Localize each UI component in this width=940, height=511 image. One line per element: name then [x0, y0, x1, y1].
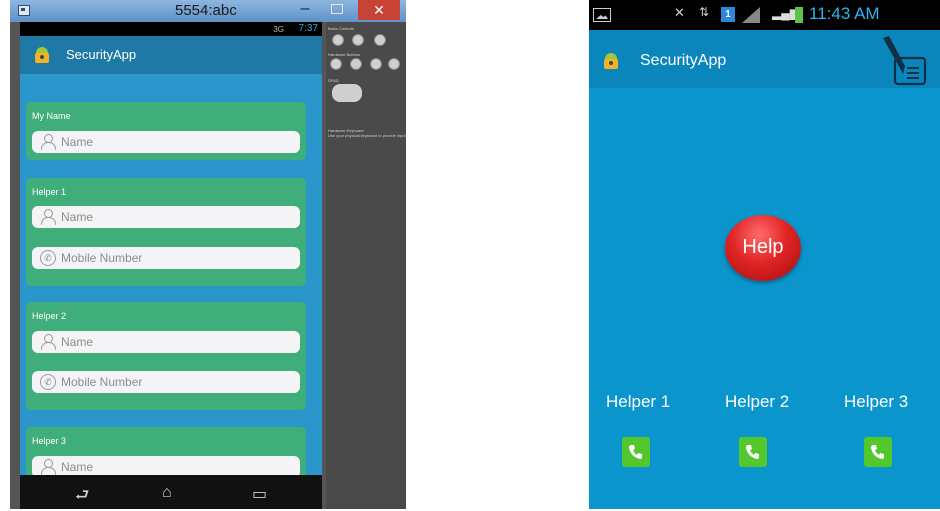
phone-icon: ✆: [40, 250, 56, 266]
name-placeholder: Name: [61, 135, 94, 149]
hw-menu-button[interactable]: [350, 58, 362, 70]
status-time: 11:43 AM: [809, 4, 880, 23]
nav-bar: ⮐ ⌂ ▭: [20, 475, 322, 509]
person-icon: [40, 459, 56, 475]
name-placeholder: Name: [61, 460, 94, 474]
minimize-button[interactable]: –: [298, 1, 312, 17]
maximize-button[interactable]: [331, 4, 343, 14]
hw-home-button[interactable]: [330, 58, 342, 70]
close-button[interactable]: ✕: [358, 0, 400, 20]
help-label: Help: [742, 236, 784, 258]
gallery-icon: [593, 8, 611, 22]
card-helper-2: Helper 2 Name ✆ Mobile Number: [26, 302, 306, 410]
signal-icon: 3G: [273, 25, 284, 34]
data-icon: ⇅: [699, 5, 710, 19]
person-icon: [40, 134, 56, 150]
wifi-icon: [742, 7, 760, 23]
card-label: My Name: [32, 111, 71, 121]
status-time: 7:37: [298, 23, 318, 34]
phone-icon: [746, 445, 759, 459]
basic-controls-label: Basic Controls: [328, 26, 354, 31]
emulator-screen: 3G 7:37 SecurityApp My Name Name Helper …: [20, 22, 322, 509]
name-field[interactable]: Name: [32, 131, 300, 153]
card-label: Helper 2: [32, 311, 67, 321]
action-bar: SecurityApp: [20, 36, 322, 74]
name-placeholder: Name: [61, 210, 94, 224]
hw-back-button[interactable]: [370, 58, 382, 70]
emulator-title: 5554:abc: [175, 2, 237, 19]
card-label: Helper 3: [32, 436, 67, 446]
home-icon[interactable]: ⌂: [162, 484, 172, 502]
call-helper-2-button[interactable]: [739, 437, 767, 467]
helper1-name-field[interactable]: Name: [32, 206, 300, 228]
card-helper-1: Helper 1 Name ✆ Mobile Number: [26, 178, 306, 286]
helper2-name-field[interactable]: Name: [32, 331, 300, 353]
phone-screen: ✕ ⇅ 1 ▂▄▆ 11:43 AM SecurityApp Help Help…: [589, 0, 940, 509]
app-title: SecurityApp: [66, 47, 137, 62]
helper-2-label: Helper 2: [725, 392, 790, 411]
mobile-placeholder: Mobile Number: [61, 251, 143, 265]
battery-icon: [795, 7, 803, 23]
network-icon: ✕: [674, 5, 685, 20]
emulator-window: 5554:abc – ✕ 3G 7:37 SecurityApp My Name…: [10, 0, 406, 509]
call-helper-3-button[interactable]: [864, 437, 892, 467]
back-icon[interactable]: ⮐: [75, 484, 89, 511]
emulator-app-icon: [18, 5, 30, 16]
person-icon: [40, 334, 56, 350]
dpad-control[interactable]: [332, 84, 362, 102]
mobile-placeholder: Mobile Number: [61, 375, 143, 389]
status-bar: 3G 7:37: [20, 22, 322, 36]
recents-icon[interactable]: ▭: [252, 484, 267, 504]
edit-icon[interactable]: [879, 36, 929, 86]
helper-1-label: Helper 1: [606, 392, 671, 411]
volume-down-button[interactable]: [332, 34, 344, 46]
help-button[interactable]: Help: [725, 215, 801, 281]
app-icon: [34, 47, 50, 63]
hw-search-button[interactable]: [388, 58, 400, 70]
status-bar: ✕ ⇅ 1 ▂▄▆ 11:43 AM: [589, 0, 940, 30]
keyboard-hint: Use your physical keyboard to provide in…: [328, 133, 406, 138]
notification-badge-icon: 1: [721, 7, 735, 22]
call-helper-1-button[interactable]: [622, 437, 650, 467]
person-icon: [40, 209, 56, 225]
action-bar: SecurityApp: [589, 30, 940, 88]
app-icon: [603, 53, 619, 69]
card-my-name: My Name Name: [26, 102, 306, 160]
emulator-controls-panel: Basic Controls Hardware Buttons DPAD Har…: [326, 22, 406, 509]
name-placeholder: Name: [61, 335, 94, 349]
helper-3-label: Helper 3: [844, 392, 909, 411]
phone-icon: [871, 445, 884, 459]
volume-up-button[interactable]: [352, 34, 364, 46]
dpad-label: DPAD: [328, 78, 339, 83]
phone-icon: ✆: [40, 374, 56, 390]
helper2-mobile-field[interactable]: ✆ Mobile Number: [32, 371, 300, 393]
hardware-buttons-label: Hardware Buttons: [328, 52, 361, 57]
app-title: SecurityApp: [640, 52, 727, 69]
phone-icon: [629, 445, 642, 459]
card-label: Helper 1: [32, 187, 67, 197]
helper1-mobile-field[interactable]: ✆ Mobile Number: [32, 247, 300, 269]
emulator-titlebar: 5554:abc – ✕: [10, 0, 406, 22]
power-button[interactable]: [374, 34, 386, 46]
